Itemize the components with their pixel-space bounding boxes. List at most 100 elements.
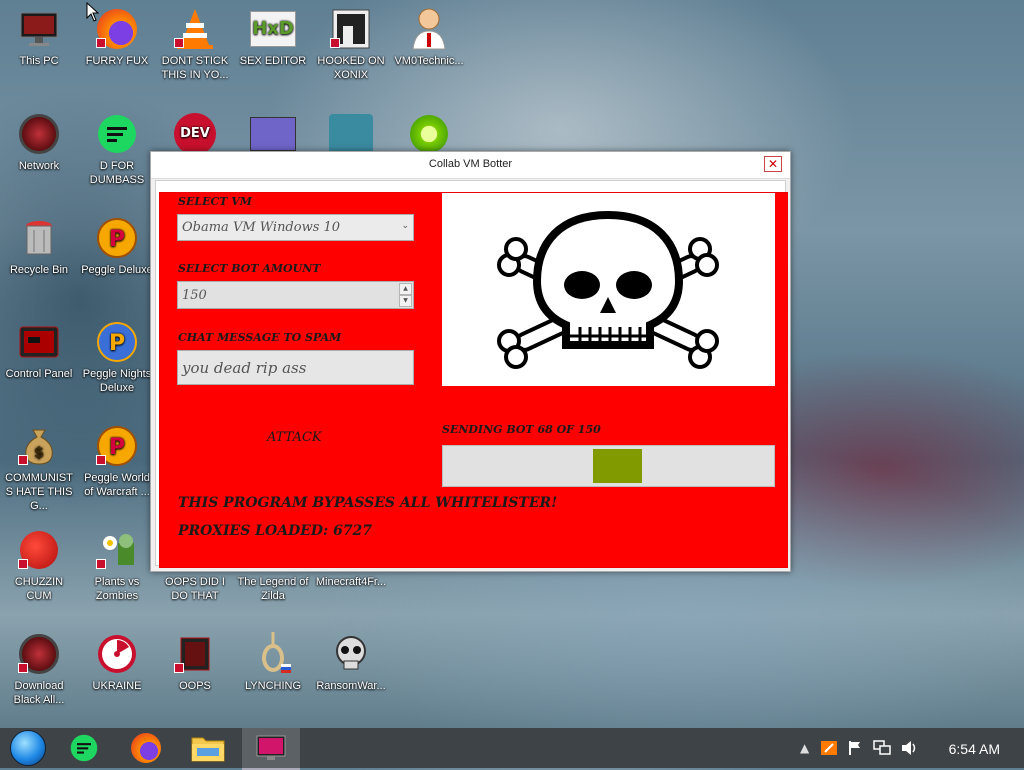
volume-icon[interactable] (901, 740, 919, 756)
select-vm-label: SELECT VM (178, 195, 252, 208)
taskbar-d-for-dumbass[interactable] (56, 728, 112, 768)
desktop-icon-sex-editor[interactable]: HxD SEX EDITOR (234, 6, 312, 68)
desktop-icon-oops[interactable]: OOPS (156, 631, 234, 693)
shortcut-overlay-icon (174, 663, 184, 673)
desktop-icon-label: UKRAINE (92, 680, 142, 692)
desktop-icon-download-black[interactable]: Download Black All... (0, 631, 78, 707)
close-button[interactable]: ✕ (764, 156, 782, 172)
progress-chunk (593, 449, 642, 483)
desktop-icon-label: OOPS DID I DO THAT (165, 576, 225, 602)
close-icon: ✕ (767, 157, 779, 171)
desktop-icon-ransomware[interactable]: RansomWar... (312, 631, 390, 693)
desktop-icon-peggle-wow[interactable]: P Peggle World of Warcraft ... (78, 423, 156, 499)
taskbar-clock[interactable]: 6:54 AM (949, 741, 1000, 757)
peggle-icon: P (94, 215, 140, 261)
mouse-cursor-icon (86, 2, 100, 22)
desktop-icon-label: Control Panel (5, 368, 73, 380)
chevron-down-icon: ⌄ (401, 221, 409, 231)
svg-text:$: $ (34, 445, 44, 461)
shortcut-overlay-icon (18, 559, 28, 569)
traffic-cone-icon (172, 6, 218, 52)
select-vm-dropdown[interactable]: Obama VM Windows 10 ⌄ (177, 214, 414, 241)
d-for-dumbass-icon (70, 734, 98, 762)
window-titlebar[interactable]: Collab VM Botter ✕ (151, 152, 790, 179)
bot-amount-label: SELECT BOT AMOUNT (178, 262, 321, 275)
desktop-icon-hooked-on-xonix[interactable]: HOOKED ON XONIX (312, 6, 390, 82)
shortcut-overlay-icon (96, 455, 106, 465)
desktop-icon-ukraine[interactable]: UKRAINE (78, 631, 156, 693)
desktop-icon-vm0technic[interactable]: VM0Technic... (390, 6, 468, 68)
desktop-icon-label: VM0Technic... (394, 55, 464, 67)
xonix-icon (328, 6, 374, 52)
chat-message-label: CHAT MESSAGE TO SPAM (178, 331, 342, 344)
desktop-icon-chuzzin[interactable]: CHUZZIN CUM (0, 527, 78, 603)
desktop-icon-label: FURRY FUX (85, 55, 149, 67)
peggle-wow-icon: P (94, 423, 140, 469)
flag-icon[interactable] (821, 740, 838, 756)
bot-amount-stepper[interactable]: 150 ▲ ▼ (177, 281, 414, 309)
desktop-icon-label: Download Black All... (13, 680, 65, 706)
network-globe-icon (16, 111, 62, 157)
firefox-icon (94, 6, 140, 52)
desktop-icon-recycle-bin[interactable]: Recycle Bin (0, 215, 78, 277)
recycle-bin-icon (16, 215, 62, 261)
chat-message-value: you dead rip ass (182, 358, 307, 377)
system-tray: ▲ (800, 728, 919, 768)
shortcut-overlay-icon (330, 38, 340, 48)
monitor-icon (16, 6, 62, 52)
stepper-down-button[interactable]: ▼ (399, 295, 412, 307)
desktop-icon-communists[interactable]: $ COMMUNISTS HATE THIS G... (0, 423, 78, 513)
network-icon[interactable] (873, 740, 891, 756)
skull-icon (328, 631, 374, 677)
select-vm-value: Obama VM Windows 10 (182, 220, 341, 235)
desktop-icon-peggle-nights[interactable]: P Peggle Nights Deluxe (78, 319, 156, 395)
desktop-icon-plants-vs-zombies[interactable]: Plants vs Zombies (78, 527, 156, 603)
desktop-icon-this-pc[interactable]: This PC (0, 6, 78, 68)
desktop-icon-label: RansomWar... (316, 680, 386, 692)
taskbar-firefox[interactable] (118, 728, 174, 768)
start-button[interactable] (0, 728, 56, 768)
black-orb-icon (16, 631, 62, 677)
desktop-icon-label: Peggle Deluxe (81, 264, 153, 276)
shortcut-overlay-icon (174, 38, 184, 48)
shortcut-overlay-icon (96, 38, 106, 48)
skull-image (442, 193, 775, 386)
progress-bar (442, 445, 775, 487)
taskbar-file-explorer[interactable] (180, 728, 236, 768)
desktop-icon-label: Network (18, 160, 60, 172)
proxies-loaded-text: PROXIES LOADED: 6727 (178, 523, 373, 539)
sending-status-label: SENDING BOT 68 OF 150 (442, 423, 601, 436)
desktop-icon-network[interactable]: Network (0, 111, 78, 173)
taskbar-collab-vm-botter[interactable] (242, 728, 300, 770)
chuzzle-icon (16, 527, 62, 573)
desktop-icon-peggle-deluxe[interactable]: P Peggle Deluxe (78, 215, 156, 277)
attack-button[interactable]: ATTACK (267, 430, 322, 445)
desktop-icon-d-for-dumbass[interactable]: D FOR DUMBASS (78, 111, 156, 187)
desktop-icon-control-panel[interactable]: Control Panel (0, 319, 78, 381)
technician-icon (406, 6, 452, 52)
stepper-up-button[interactable]: ▲ (399, 283, 412, 295)
bypass-text: THIS PROGRAM BYPASSES ALL WHITELISTER! (178, 495, 558, 511)
desktop-icon-label: This PC (19, 55, 59, 67)
chat-message-input[interactable]: you dead rip ass (177, 350, 414, 385)
desktop-icon-lynching[interactable]: LYNCHING (234, 631, 312, 693)
desktop-icon-label: Peggle Nights Deluxe (82, 368, 152, 394)
chevron-up-icon[interactable]: ▲ (800, 741, 809, 755)
desktop-icon-label: Minecraft4Fr... (315, 576, 387, 588)
desktop-icon-label: CHUZZIN CUM (14, 576, 64, 602)
start-orb-icon (10, 730, 46, 766)
desktop-icon-label: HOOKED ON XONIX (317, 55, 385, 81)
peggle-nights-icon: P (94, 319, 140, 365)
window-title: Collab VM Botter (428, 158, 513, 170)
desktop-icon-label: D FOR DUMBASS (89, 160, 145, 186)
desktop-icon-dont-stick[interactable]: DONT STICK THIS IN YO... (156, 6, 234, 82)
action-center-flag-icon[interactable] (847, 740, 863, 756)
desktop-icon-label: SEX EDITOR (239, 55, 307, 67)
control-panel-icon (16, 319, 62, 365)
money-bag-icon: $ (16, 423, 62, 469)
desktop-icon-label: COMMUNISTS HATE THIS G... (5, 472, 73, 512)
svg-text:P: P (109, 435, 125, 460)
window-client-area: SELECT VM Obama VM Windows 10 ⌄ SELECT B… (155, 180, 788, 568)
radiation-icon (94, 631, 140, 677)
shortcut-overlay-icon (18, 663, 28, 673)
